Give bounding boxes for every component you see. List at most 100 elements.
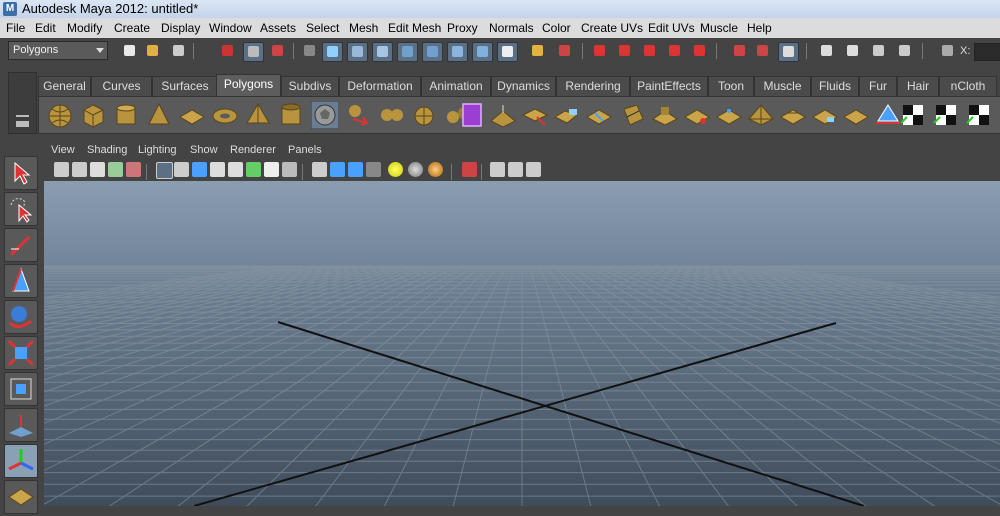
select-surfaces-icon[interactable] xyxy=(397,42,418,62)
separate-icon[interactable] xyxy=(378,101,406,129)
select-by-hierarchy-icon[interactable] xyxy=(218,42,237,60)
open-scene-icon[interactable] xyxy=(143,42,162,60)
grid-icon[interactable] xyxy=(108,162,123,177)
isolate-icon[interactable] xyxy=(264,162,279,177)
camera-icon[interactable] xyxy=(54,162,69,177)
render-current-frame-icon[interactable] xyxy=(843,42,862,60)
film-gate-icon[interactable] xyxy=(126,162,141,177)
menu-create-uvs[interactable]: Create UVs xyxy=(581,21,643,35)
snap-to-view-planes-icon[interactable] xyxy=(665,42,684,60)
poly-torus-icon[interactable] xyxy=(211,101,239,129)
shelf-tab-animation[interactable]: Animation xyxy=(421,76,491,96)
shelf-tab-curves[interactable]: Curves xyxy=(91,76,152,96)
shelf-tab-rendering[interactable]: Rendering xyxy=(556,76,630,96)
poly-cone-icon[interactable] xyxy=(145,101,173,129)
snap-to-points-icon[interactable] xyxy=(640,42,659,60)
select-misc-icon[interactable] xyxy=(497,42,518,62)
poly-prism-icon[interactable] xyxy=(244,101,272,129)
poly-cylinder-icon[interactable] xyxy=(112,101,140,129)
output-connections-icon[interactable] xyxy=(753,42,772,60)
menu-modify[interactable]: Modify xyxy=(67,21,102,35)
sphere-icon[interactable] xyxy=(408,162,423,177)
poly-soccer-ball-icon[interactable] xyxy=(311,101,339,129)
shelf-tab-muscle[interactable]: Muscle xyxy=(754,76,811,96)
xray-icon[interactable] xyxy=(246,162,261,177)
cube-icon[interactable] xyxy=(312,162,327,177)
render-view-icon[interactable] xyxy=(817,42,836,60)
insert-edge-loop-icon[interactable] xyxy=(619,101,647,129)
high-quality-icon[interactable] xyxy=(282,162,297,177)
paint-select-tool-icon[interactable] xyxy=(4,228,38,262)
snap-to-curves-icon[interactable] xyxy=(615,42,634,60)
make-live-icon[interactable] xyxy=(690,42,709,60)
resolution-gate-icon[interactable] xyxy=(330,162,345,177)
viewport-menu-shading[interactable]: Shading xyxy=(87,144,127,156)
menu-edit-uvs[interactable]: Edit UVs xyxy=(648,21,695,35)
save-scene-icon[interactable] xyxy=(169,42,188,60)
sphere-icon[interactable] xyxy=(428,162,443,177)
shelf-tab-painteffects[interactable]: PaintEffects xyxy=(630,76,708,96)
cylindrical-mapping-icon[interactable] xyxy=(842,101,870,129)
spherical-mapping-icon[interactable] xyxy=(874,101,902,129)
viewport-menu-renderer[interactable]: Renderer xyxy=(230,144,276,156)
x-input[interactable] xyxy=(974,43,1000,61)
select-rendering-icon[interactable] xyxy=(472,42,493,62)
combine-icon[interactable] xyxy=(345,101,373,129)
select-joints-icon[interactable] xyxy=(347,42,368,62)
render-settings-icon[interactable] xyxy=(895,42,914,60)
shelf-tab-general[interactable]: General xyxy=(38,76,91,96)
select-curves-icon[interactable] xyxy=(372,42,393,62)
menu-muscle[interactable]: Muscle xyxy=(700,21,738,35)
automatic-mapping-icon[interactable] xyxy=(899,101,927,129)
texture-icon[interactable] xyxy=(192,162,207,177)
menu-display[interactable]: Display xyxy=(161,21,200,35)
menu-help[interactable]: Help xyxy=(747,21,772,35)
lights-icon[interactable] xyxy=(210,162,225,177)
light-icon[interactable] xyxy=(388,162,403,177)
extract-icon[interactable] xyxy=(411,101,439,129)
menu-edit-mesh[interactable]: Edit Mesh xyxy=(388,21,441,35)
move-tool-icon[interactable] xyxy=(4,264,38,298)
last-tool-icon[interactable] xyxy=(4,480,38,514)
menu-assets[interactable]: Assets xyxy=(260,21,296,35)
shelf-tab-hair[interactable]: Hair xyxy=(897,76,939,96)
cube-icon[interactable] xyxy=(490,162,505,177)
select-deformations-icon[interactable] xyxy=(422,42,443,62)
viewport-menu-show[interactable]: Show xyxy=(190,144,218,156)
show-manipulator-icon[interactable] xyxy=(4,444,38,478)
scale-tool-icon[interactable] xyxy=(4,336,38,370)
wireframe-icon[interactable] xyxy=(156,162,173,179)
menu-normals[interactable]: Normals xyxy=(489,21,534,35)
bookmark-icon[interactable] xyxy=(72,162,87,177)
shelf-tab-fur[interactable]: Fur xyxy=(859,76,897,96)
image-plane-icon[interactable] xyxy=(90,162,105,177)
viewport-menu-panels[interactable]: Panels xyxy=(288,144,322,156)
shadows-icon[interactable] xyxy=(228,162,243,177)
shelf-tab-surfaces[interactable]: Surfaces xyxy=(152,76,218,96)
checker-icon[interactable] xyxy=(965,101,993,129)
bridge-icon[interactable] xyxy=(521,101,549,129)
soft-modification-icon[interactable] xyxy=(4,408,38,442)
construction-history-icon[interactable] xyxy=(778,42,799,62)
shelf-tab-toon[interactable]: Toon xyxy=(708,76,754,96)
rotate-tool-icon[interactable] xyxy=(4,300,38,334)
input-line-icon[interactable] xyxy=(938,42,957,60)
boolean-icon[interactable] xyxy=(457,101,485,129)
selection-mask-icon[interactable] xyxy=(300,42,319,60)
perspective-viewport[interactable] xyxy=(44,181,1000,506)
menu-edit[interactable]: Edit xyxy=(35,21,56,35)
input-connections-icon[interactable] xyxy=(730,42,749,60)
menu-set-dropdown[interactable]: Polygons xyxy=(8,41,108,60)
lasso-tool-icon[interactable] xyxy=(4,192,38,226)
select-by-component-icon[interactable] xyxy=(268,42,287,60)
menu-proxy[interactable]: Proxy xyxy=(447,21,478,35)
select-handles-icon[interactable] xyxy=(322,42,343,62)
menu-window[interactable]: Window xyxy=(209,21,252,35)
shelf-menu-handle[interactable] xyxy=(8,72,37,134)
menu-file[interactable]: File xyxy=(6,21,25,35)
split-polygon-icon[interactable] xyxy=(585,101,613,129)
uv-texture-editor-icon[interactable] xyxy=(932,101,960,129)
select-by-object-icon[interactable] xyxy=(243,42,264,62)
sculpt-icon[interactable] xyxy=(747,101,775,129)
bevel-icon[interactable] xyxy=(683,101,711,129)
